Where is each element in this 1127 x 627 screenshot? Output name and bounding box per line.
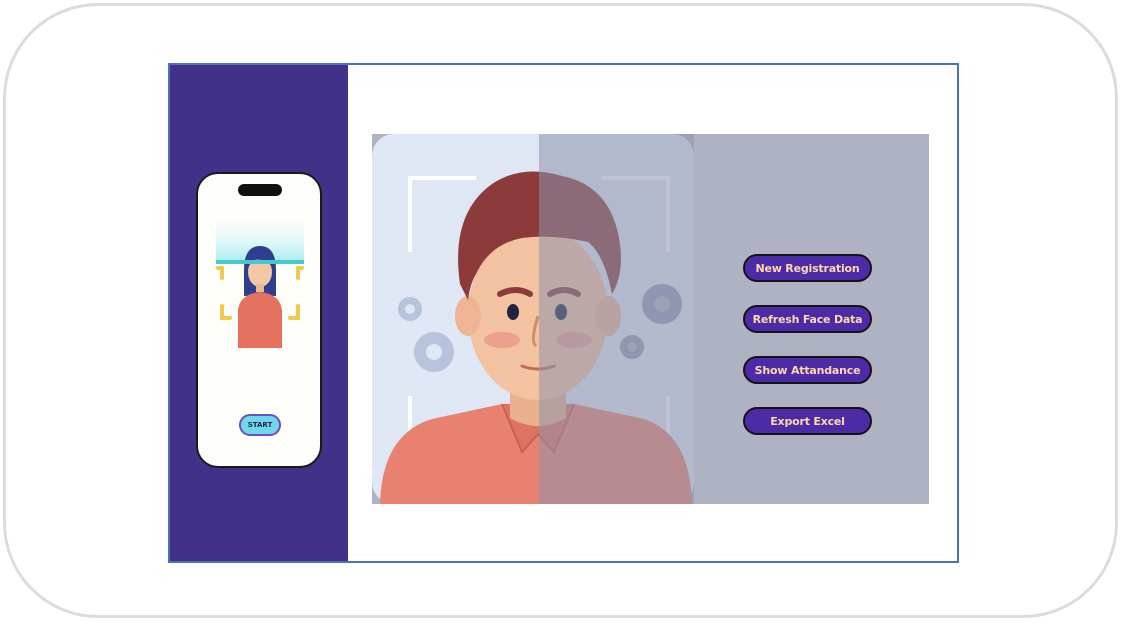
export-excel-button[interactable]: Export Excel [743, 407, 872, 435]
refresh-face-data-button[interactable]: Refresh Face Data [743, 305, 872, 333]
phone-mockup: START [196, 172, 322, 468]
show-attendance-button[interactable]: Show Attandance [743, 356, 872, 384]
face-scan-illustration [216, 222, 304, 348]
app-window: START New Registration Refresh Face Data… [168, 63, 959, 563]
new-registration-button[interactable]: New Registration [743, 254, 872, 282]
phone-notch-icon [238, 184, 282, 196]
start-button[interactable]: START [239, 414, 281, 436]
sidebar: START [170, 65, 348, 561]
